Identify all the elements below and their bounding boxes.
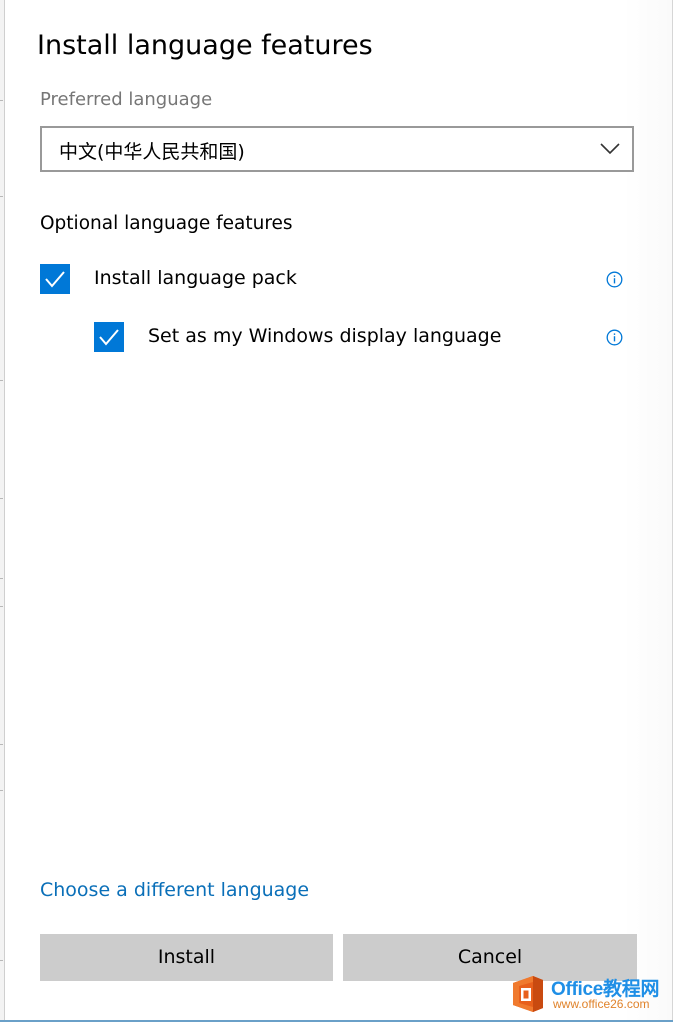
background-window-edge — [0, 0, 5, 1022]
install-language-dialog: Install language features Preferred lang… — [0, 0, 673, 1022]
office-logo-icon — [513, 976, 543, 1012]
install-language-pack-option[interactable]: Install language pack — [40, 264, 630, 296]
checkmark-icon — [99, 329, 119, 346]
preferred-language-dropdown[interactable]: 中文(中华人民共和国) — [40, 126, 634, 172]
watermark-url: www.office26.com — [553, 997, 650, 1011]
checkmark-icon — [45, 271, 65, 288]
install-language-pack-checkbox[interactable] — [40, 264, 70, 294]
display-language-label: Set as my Windows display language — [148, 325, 502, 347]
preferred-language-label: Preferred language — [40, 89, 213, 110]
optional-features-heading: Optional language features — [40, 213, 293, 234]
display-language-option[interactable]: Set as my Windows display language — [94, 322, 630, 354]
display-language-checkbox[interactable] — [94, 322, 124, 352]
site-watermark: Office教程网 www.office26.com — [509, 970, 669, 1018]
info-icon[interactable] — [606, 329, 623, 346]
preferred-language-value: 中文(中华人民共和国) — [59, 141, 245, 163]
install-button[interactable]: Install — [40, 934, 333, 981]
choose-different-language-link[interactable]: Choose a different language — [40, 879, 309, 901]
info-icon[interactable] — [606, 271, 623, 288]
chevron-down-icon — [600, 143, 620, 155]
dialog-title: Install language features — [37, 30, 373, 61]
install-language-pack-label: Install language pack — [94, 267, 297, 289]
